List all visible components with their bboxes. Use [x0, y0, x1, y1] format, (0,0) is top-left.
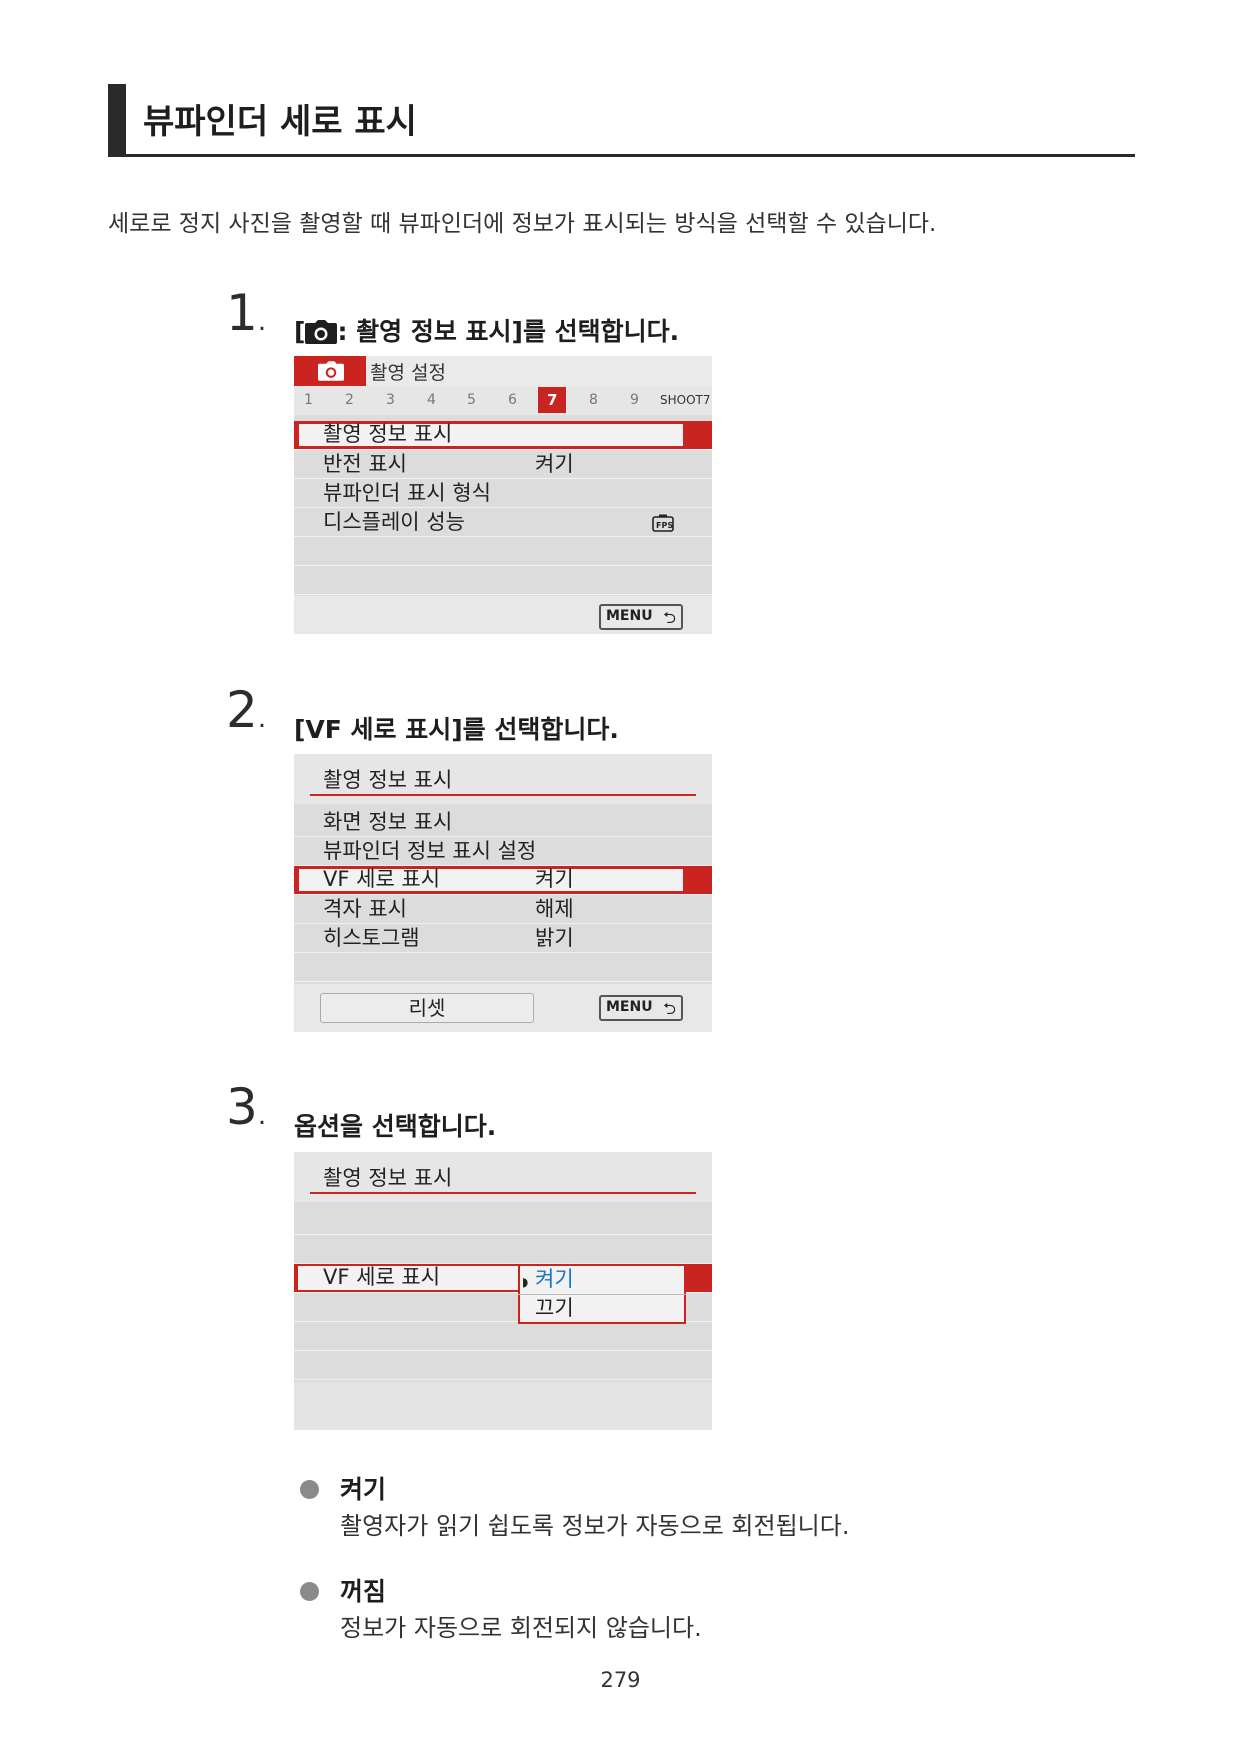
screen3-title: 촬영 정보 표시 — [323, 1166, 453, 1190]
heading-bar — [108, 84, 126, 156]
menu-item-shooting-info[interactable]: 촬영 정보 표시 — [294, 421, 712, 450]
camera-icon — [305, 320, 338, 350]
tab-3[interactable]: 3 — [386, 392, 395, 408]
option-on[interactable]: ◗ 켜기 — [522, 1266, 574, 1296]
camera-icon — [318, 361, 344, 385]
menu-back-button[interactable]: MENU ⮌ — [599, 604, 683, 630]
bullet-icon — [300, 1582, 319, 1601]
menu-item-empty-2 — [294, 566, 712, 595]
menu-item-vf-vertical-display[interactable]: VF 세로 표시 켜기 — [294, 866, 712, 895]
menu-item-empty — [294, 953, 712, 982]
option-on-title: 켜기 — [340, 1475, 387, 1504]
option-off-title: 꺼짐 — [340, 1577, 387, 1606]
svg-text:FPS: FPS — [656, 521, 673, 530]
screen3-footer — [294, 1382, 712, 1430]
tab-code: SHOOT7 — [660, 393, 711, 407]
tab-8[interactable]: 8 — [589, 392, 598, 408]
tab-7-active[interactable]: 7 — [538, 387, 566, 413]
menu-back-button[interactable]: MENU ⮌ — [599, 995, 683, 1021]
tab-6[interactable]: 6 — [508, 392, 517, 408]
menu-item-empty — [294, 1235, 712, 1264]
screen1-tab-title: 촬영 설정 — [370, 362, 446, 384]
step-2-title: [VF 세로 표시]를 선택합니다. — [294, 715, 619, 744]
camera-screen-3: 촬영 정보 표시 VF 세로 표시 ◗ 켜기 끄기 — [294, 1152, 712, 1430]
option-dropdown[interactable]: ◗ 켜기 끄기 — [518, 1264, 686, 1324]
step-3-number: 3. — [226, 1078, 267, 1136]
menu-item-reverse-display[interactable]: 반전 표시 켜기 — [294, 450, 712, 479]
screen3-title-underline — [310, 1192, 696, 1194]
fps-icon: FPS — [652, 514, 674, 536]
menu-item-screen-info[interactable]: 화면 정보 표시 — [294, 808, 712, 837]
menu-item-empty — [294, 1322, 712, 1351]
camera-screen-2: 촬영 정보 표시 화면 정보 표시 뷰파인더 정보 표시 설정 VF 세로 표시… — [294, 754, 712, 1032]
tab-2[interactable]: 2 — [345, 392, 354, 408]
return-arrow-icon: ⮌ — [663, 999, 676, 1018]
reset-button[interactable]: 리셋 — [320, 993, 534, 1023]
screen1-camera-tab[interactable] — [294, 356, 366, 386]
tab-9[interactable]: 9 — [630, 392, 639, 408]
selection-pointer-icon: ◗ — [522, 1275, 529, 1289]
step-3-title: 옵션을 선택합니다. — [294, 1112, 497, 1141]
return-arrow-icon: ⮌ — [663, 608, 676, 627]
option-off[interactable]: 끄기 — [535, 1295, 574, 1322]
step-1-title: [ : 촬영 정보 표시]를 선택합니다. — [294, 312, 679, 350]
screen2-title: 촬영 정보 표시 — [323, 768, 453, 792]
tab-5[interactable]: 5 — [467, 392, 476, 408]
tab-1[interactable]: 1 — [304, 392, 313, 408]
heading-rule — [108, 154, 1135, 157]
menu-item-empty-1 — [294, 537, 712, 566]
step-2-number: 2. — [226, 681, 267, 739]
menu-item-vf-display-format[interactable]: 뷰파인더 표시 형식 — [294, 479, 712, 508]
menu-item-empty — [294, 1206, 712, 1235]
intro-text: 세로로 정지 사진을 촬영할 때 뷰파인더에 정보가 표시되는 방식을 선택할 … — [108, 211, 937, 237]
page-title: 뷰파인더 세로 표시 — [143, 102, 417, 142]
option-on-description: 촬영자가 읽기 쉽도록 정보가 자동으로 회전됩니다. — [340, 1512, 850, 1540]
tab-4[interactable]: 4 — [427, 392, 436, 408]
menu-item-vf-info-settings[interactable]: 뷰파인더 정보 표시 설정 — [294, 837, 712, 866]
screen1-tab-strip — [294, 386, 712, 415]
menu-item-grid-display[interactable]: 격자 표시 해제 — [294, 895, 712, 924]
page-number: 279 — [600, 1668, 641, 1692]
option-off-description: 정보가 자동으로 회전되지 않습니다. — [340, 1614, 702, 1642]
menu-item-display-performance[interactable]: 디스플레이 성능 FPS — [294, 508, 712, 537]
screen2-title-underline — [310, 794, 696, 796]
menu-item-empty — [294, 1351, 712, 1380]
step-1-number: 1. — [226, 284, 267, 342]
menu-item-histogram[interactable]: 히스토그램 밝기 — [294, 924, 712, 953]
bullet-icon — [300, 1480, 319, 1499]
camera-screen-1: 촬영 설정 1 2 3 4 5 6 7 8 9 SHOOT7 촬영 정보 표시 … — [294, 356, 712, 634]
